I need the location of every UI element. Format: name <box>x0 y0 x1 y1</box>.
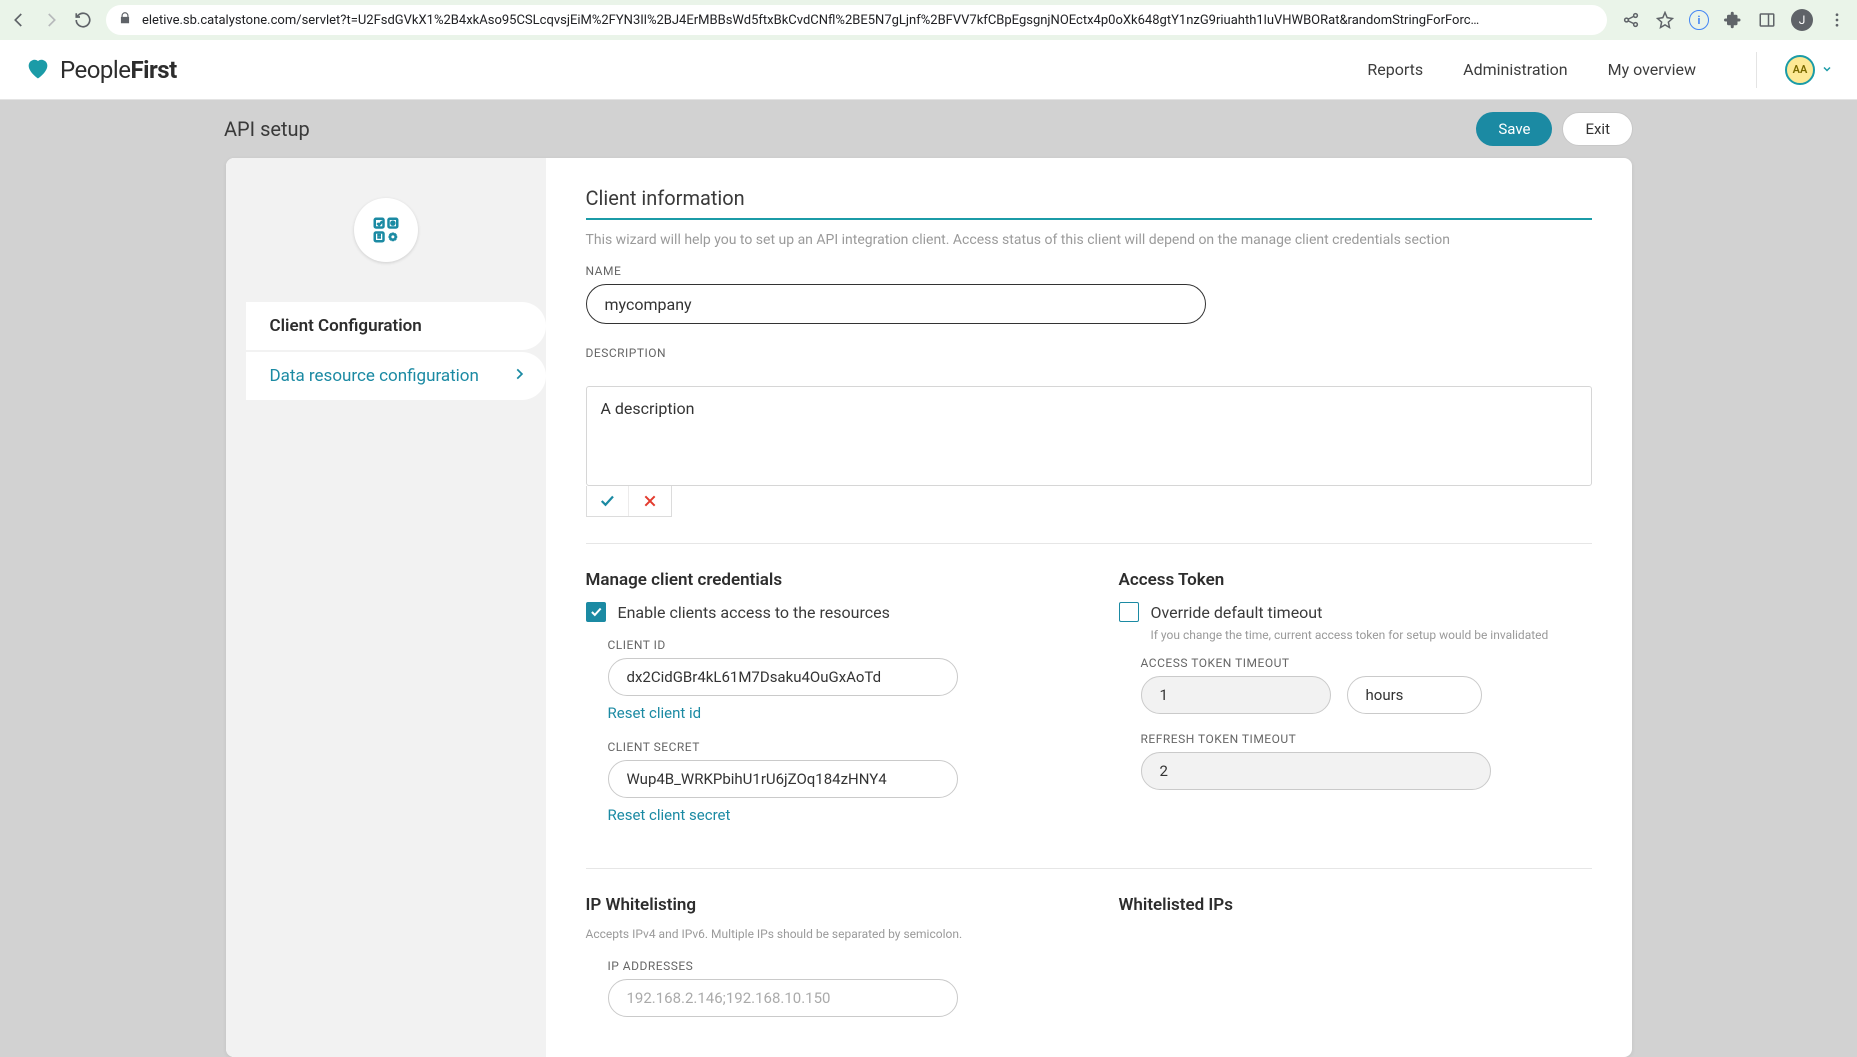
description-actions <box>586 486 672 517</box>
override-timeout-help: If you change the time, current access t… <box>1151 628 1592 642</box>
page-title: API setup <box>224 117 310 141</box>
description-input[interactable]: A description <box>586 386 1592 486</box>
sidebar-item-client-config[interactable]: Client Configuration <box>246 302 546 350</box>
override-timeout-label: Override default timeout <box>1151 603 1323 622</box>
extensions-icon[interactable] <box>1723 10 1743 30</box>
user-menu[interactable]: AA <box>1756 52 1833 88</box>
user-avatar: AA <box>1785 55 1815 85</box>
name-label: NAME <box>586 264 1592 278</box>
access-token-timeout-label: ACCESS TOKEN TIMEOUT <box>1141 656 1592 670</box>
enable-access-checkbox[interactable] <box>586 602 606 622</box>
nav-administration[interactable]: Administration <box>1463 60 1568 79</box>
main-panel: Client Configuration Data resource confi… <box>226 158 1632 1057</box>
section-title-credentials: Manage client credentials <box>586 570 1059 590</box>
access-token-timeout-unit[interactable] <box>1347 676 1482 714</box>
refresh-token-timeout-label: REFRESH TOKEN TIMEOUT <box>1141 732 1592 746</box>
refresh-token-timeout-value[interactable] <box>1141 752 1491 790</box>
lock-icon <box>118 11 132 29</box>
chevron-right-icon <box>512 366 526 386</box>
star-icon[interactable] <box>1655 10 1675 30</box>
section-title-access-token: Access Token <box>1119 570 1592 590</box>
header-nav: Reports Administration My overview AA <box>1367 52 1833 88</box>
url-bar[interactable]: eletive.sb.catalystone.com/servlet?t=U2F… <box>106 5 1607 35</box>
share-icon[interactable] <box>1621 10 1641 30</box>
section-title-ip-whitelisting: IP Whitelisting <box>586 895 1059 915</box>
reset-client-id-link[interactable]: Reset client id <box>608 704 702 722</box>
sidebar-item-data-resource[interactable]: Data resource configuration <box>246 352 546 400</box>
confirm-description-button[interactable] <box>587 486 629 516</box>
section-title-whitelisted-ips: Whitelisted IPs <box>1119 895 1592 915</box>
setup-icon <box>354 198 418 262</box>
brand-name: PeopleFirst <box>60 56 177 84</box>
section-title-client-info: Client information <box>586 186 1592 220</box>
content-area: Client information This wizard will help… <box>546 158 1632 1057</box>
divider <box>586 543 1592 544</box>
name-input[interactable] <box>586 284 1206 324</box>
ip-help: Accepts IPv4 and IPv6. Multiple IPs shou… <box>586 927 1059 941</box>
access-token-timeout-value[interactable] <box>1141 676 1331 714</box>
kebab-menu-icon[interactable] <box>1827 10 1847 30</box>
divider <box>586 868 1592 869</box>
ip-addresses-input[interactable] <box>608 979 958 1017</box>
forward-icon[interactable] <box>42 11 60 29</box>
sidebar: Client Configuration Data resource confi… <box>226 158 546 1057</box>
ip-addresses-label: IP ADDRESSES <box>608 959 1059 973</box>
chevron-down-icon <box>1821 60 1833 79</box>
exit-button[interactable]: Exit <box>1562 112 1633 146</box>
client-id-label: CLIENT ID <box>608 638 1059 652</box>
client-secret-field[interactable] <box>608 760 958 798</box>
heart-icon <box>24 54 52 86</box>
description-label: DESCRIPTION <box>586 346 1592 360</box>
profile-avatar-icon[interactable]: J <box>1791 9 1813 31</box>
client-secret-label: CLIENT SECRET <box>608 740 1059 754</box>
client-info-help: This wizard will help you to set up an A… <box>586 232 1592 248</box>
client-id-field[interactable] <box>608 658 958 696</box>
back-icon[interactable] <box>10 11 28 29</box>
reload-icon[interactable] <box>74 11 92 29</box>
app-header: PeopleFirst Reports Administration My ov… <box>0 40 1857 100</box>
nav-overview[interactable]: My overview <box>1608 60 1696 79</box>
override-timeout-checkbox[interactable] <box>1119 602 1139 622</box>
cancel-description-button[interactable] <box>629 486 671 516</box>
browser-toolbar: eletive.sb.catalystone.com/servlet?t=U2F… <box>0 0 1857 40</box>
enable-access-label: Enable clients access to the resources <box>618 603 890 622</box>
sidebar-item-label: Client Configuration <box>270 316 422 336</box>
chrome-actions: i J <box>1621 9 1847 31</box>
info-extension-icon[interactable]: i <box>1689 10 1709 30</box>
reset-client-secret-link[interactable]: Reset client secret <box>608 806 731 824</box>
panel-icon[interactable] <box>1757 10 1777 30</box>
save-button[interactable]: Save <box>1476 112 1552 146</box>
brand-logo[interactable]: PeopleFirst <box>24 54 177 86</box>
sidebar-item-label: Data resource configuration <box>270 366 479 386</box>
url-text: eletive.sb.catalystone.com/servlet?t=U2F… <box>142 13 1595 28</box>
nav-reports[interactable]: Reports <box>1367 60 1423 79</box>
page-subheader: API setup Save Exit <box>0 100 1857 158</box>
